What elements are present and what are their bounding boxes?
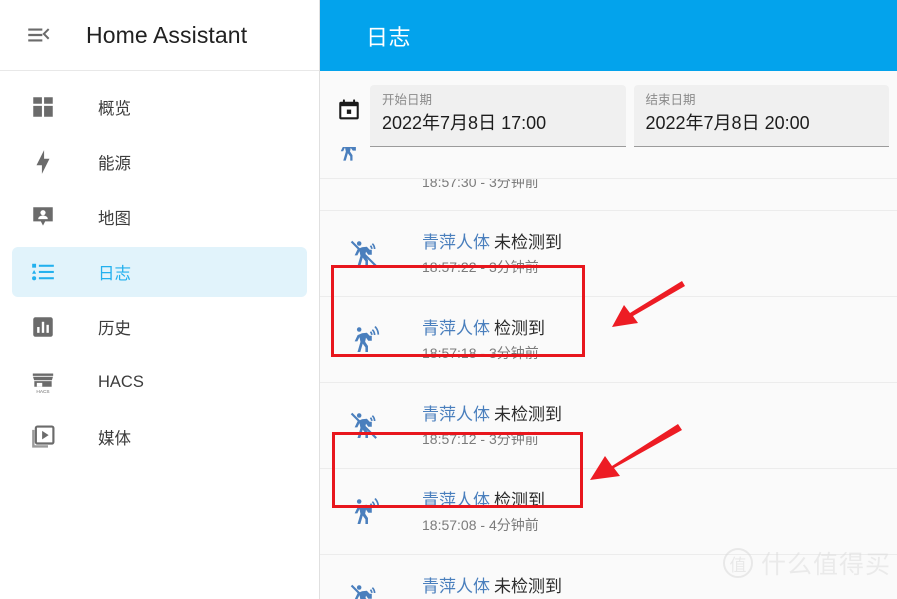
sidebar-item-label: 媒体 [98,430,131,448]
watermark-badge: 值 [722,548,753,578]
sidebar-item-logbook[interactable]: 日志 [12,247,307,297]
menu-open-icon[interactable] [14,11,62,59]
svg-text:HACS: HACS [36,389,49,395]
sidebar-item-label: HACS [98,372,144,391]
calendar-icon[interactable] [328,85,370,123]
sidebar-item-history[interactable]: 历史 [12,302,307,352]
list-item[interactable]: 青萍人体 未检测到 18:57:22 - 3分钟前 [320,211,897,297]
home-assistant-app: Home Assistant 概览 能源 地图 日志 历史 HACS HACS … [0,0,897,599]
watermark-text: 什么值得买 [760,551,891,579]
list-item[interactable]: 青萍人体 未检测到 18:57:12 - 3分钟前 [320,383,897,469]
sidebar: Home Assistant 概览 能源 地图 日志 历史 HACS HACS … [0,0,320,599]
page-title: 日志 [366,24,412,50]
format-list-bulleted-type-icon [26,255,60,289]
end-date-label: 结束日期 [645,93,696,107]
hacs-storefront-icon: HACS [26,365,60,399]
motion-sensor-off-icon [342,576,386,599]
log-entry-time: 18:57:18 - 3分钟前 [422,344,539,361]
sidebar-item-label: 地图 [98,210,131,228]
sidebar-item-label: 历史 [98,320,131,338]
sidebar-nav-list: 概览 能源 地图 日志 历史 HACS HACS 媒体 [0,71,319,599]
map-marker-account-icon [26,200,60,234]
list-item[interactable]: 青萍人体 检测到 18:57:18 - 3分钟前 [320,297,897,383]
lightning-bolt-icon [26,145,60,179]
log-entry-entity[interactable]: 青萍人体 [422,491,490,510]
log-entry-time: 18:57:12 - 3分钟前 [422,430,539,447]
log-entry-time: 18:57:08 - 4分钟前 [422,516,539,533]
sidebar-item-label: 日志 [98,265,131,283]
start-date-label: 开始日期 [382,93,433,107]
app-title: Home Assistant [86,21,248,48]
sidebar-item-energy[interactable]: 能源 [12,137,307,187]
page-header: 日志 [320,0,897,71]
sidebar-header: Home Assistant [0,0,319,71]
log-entry-state: 未检测到 [494,404,562,424]
log-entry-entity[interactable]: 青萍人体 [422,577,490,596]
sidebar-item-media[interactable]: 媒体 [12,412,307,462]
log-entry-state: 检测到 [494,490,545,510]
play-box-multiple-icon [26,420,60,454]
motion-sensor-off-icon [342,404,386,448]
log-entry-state: 检测到 [494,318,545,338]
log-entry-state: 未检测到 [494,576,562,596]
sidebar-item-label: 概览 [98,100,131,118]
motion-sensor-off-icon [342,232,386,276]
sidebar-item-label: 能源 [98,155,131,173]
log-entry-entity[interactable]: 青萍人体 [422,233,490,252]
start-date-field[interactable]: 开始日期 2022年7月8日 17:00 [370,85,626,147]
log-entry-entity[interactable]: 青萍人体 [422,405,490,424]
watermark: 值 什么值得买 [722,545,891,581]
main-panel: 日志 18:57:30 - 3分钟前 青萍人体 未检测到 18:57:22 - … [320,0,897,599]
date-range-bar: 开始日期 2022年7月8日 17:00 结束日期 2022年7月8日 20:0… [320,71,897,179]
sidebar-item-hacs[interactable]: HACS HACS [12,357,307,407]
motion-sensor-icon [328,147,370,163]
sidebar-item-map[interactable]: 地图 [12,192,307,242]
sidebar-item-overview[interactable]: 概览 [12,82,307,132]
log-entry-time: 18:57:22 - 3分钟前 [422,258,539,275]
log-entry-entity[interactable]: 青萍人体 [422,319,490,338]
view-dashboard-icon [26,90,60,124]
log-entry-state: 未检测到 [494,232,562,252]
end-date-value: 2022年7月8日 20:00 [645,113,810,133]
start-date-value: 2022年7月8日 17:00 [382,113,547,133]
motion-sensor-icon [342,318,386,362]
end-date-field[interactable]: 结束日期 2022年7月8日 20:00 [633,85,889,147]
chart-box-icon [26,310,60,344]
motion-sensor-icon [342,490,386,534]
list-item[interactable]: 青萍人体 检测到 18:57:08 - 4分钟前 [320,469,897,555]
